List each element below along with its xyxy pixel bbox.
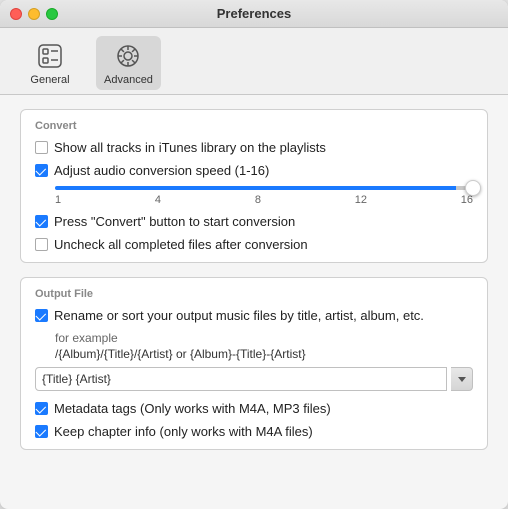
window-title: Preferences	[217, 6, 291, 21]
output-section: Output File Rename or sort your output m…	[20, 277, 488, 450]
convert-section-title: Convert	[35, 120, 473, 132]
label-rename-sort: Rename or sort your output music files b…	[54, 308, 424, 323]
output-section-title: Output File	[35, 288, 473, 300]
example-label: for example	[55, 331, 473, 345]
label-uncheck-completed: Uncheck all completed files after conver…	[54, 237, 308, 252]
toolbar-item-advanced[interactable]: Advanced	[96, 36, 161, 90]
option-adjust-audio: Adjust audio conversion speed (1-16)	[35, 163, 473, 178]
format-input[interactable]	[35, 367, 447, 391]
checkbox-metadata-tags[interactable]	[35, 402, 48, 415]
label-keep-chapter: Keep chapter info (only works with M4A f…	[54, 424, 313, 439]
traffic-lights	[10, 8, 58, 20]
dropdown-arrow-icon	[458, 377, 466, 382]
toolbar-item-general[interactable]: General	[20, 36, 80, 90]
minimize-button[interactable]	[28, 8, 40, 20]
general-icon	[34, 40, 66, 72]
slider-label-4: 4	[155, 194, 161, 206]
toolbar-label-general: General	[30, 74, 69, 86]
format-input-row	[35, 367, 473, 391]
convert-section: Convert Show all tracks in iTunes librar…	[20, 109, 488, 263]
slider-label-8: 8	[255, 194, 261, 206]
option-rename-sort: Rename or sort your output music files b…	[35, 308, 473, 323]
title-bar: Preferences	[0, 0, 508, 28]
checkbox-uncheck-completed[interactable]	[35, 238, 48, 251]
content-area: Convert Show all tracks in iTunes librar…	[0, 95, 508, 509]
format-dropdown-button[interactable]	[451, 367, 473, 391]
zoom-button[interactable]	[46, 8, 58, 20]
toolbar: General Advanced	[0, 28, 508, 95]
format-example: /{Album}/{Title}/{Artist} or {Album}-{Ti…	[55, 347, 473, 361]
label-press-convert: Press "Convert" button to start conversi…	[54, 214, 295, 229]
slider-track[interactable]	[55, 186, 473, 190]
checkbox-press-convert[interactable]	[35, 215, 48, 228]
close-button[interactable]	[10, 8, 22, 20]
checkbox-adjust-audio[interactable]	[35, 164, 48, 177]
slider-label-12: 12	[355, 194, 367, 206]
option-uncheck-completed: Uncheck all completed files after conver…	[35, 237, 473, 252]
option-press-convert: Press "Convert" button to start conversi…	[35, 214, 473, 229]
slider-thumb[interactable]	[465, 180, 481, 196]
slider-labels: 1 4 8 12 16	[55, 194, 473, 206]
checkbox-show-all-tracks[interactable]	[35, 141, 48, 154]
slider-label-1: 1	[55, 194, 61, 206]
preferences-window: Preferences General	[0, 0, 508, 509]
toolbar-label-advanced: Advanced	[104, 74, 153, 86]
label-adjust-audio: Adjust audio conversion speed (1-16)	[54, 163, 269, 178]
label-show-all-tracks: Show all tracks in iTunes library on the…	[54, 140, 326, 155]
option-keep-chapter: Keep chapter info (only works with M4A f…	[35, 424, 473, 439]
speed-slider-container: 1 4 8 12 16	[55, 186, 473, 206]
label-metadata-tags: Metadata tags (Only works with M4A, MP3 …	[54, 401, 331, 416]
advanced-icon	[112, 40, 144, 72]
checkbox-rename-sort[interactable]	[35, 309, 48, 322]
option-show-all-tracks: Show all tracks in iTunes library on the…	[35, 140, 473, 155]
option-metadata-tags: Metadata tags (Only works with M4A, MP3 …	[35, 401, 473, 416]
checkbox-keep-chapter[interactable]	[35, 425, 48, 438]
